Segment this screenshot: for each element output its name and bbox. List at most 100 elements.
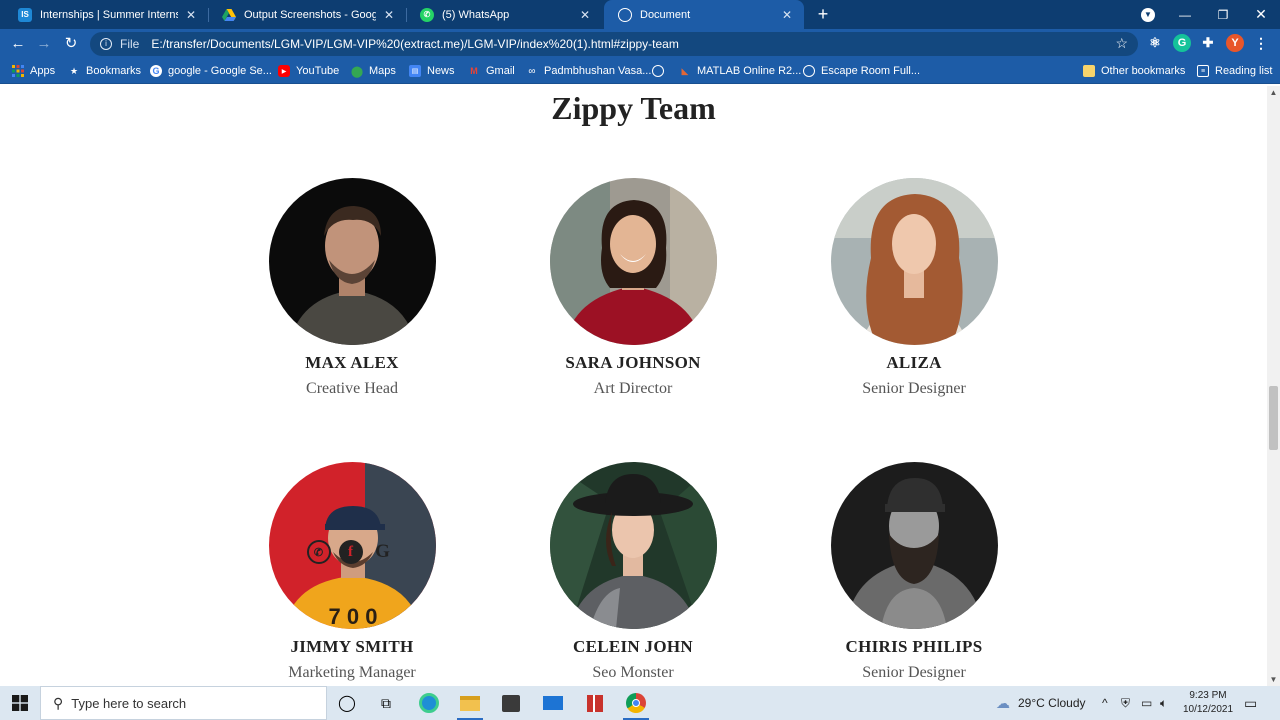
react-devtools-icon[interactable]: ⚛ bbox=[1146, 34, 1164, 52]
bookmark-label: News bbox=[427, 65, 455, 77]
reading-list-icon: ≡ bbox=[1197, 65, 1209, 77]
profile-avatar[interactable]: Y bbox=[1226, 34, 1244, 52]
bookmark-news[interactable]: ▤ News bbox=[409, 58, 455, 84]
minimize-button[interactable]: — bbox=[1166, 0, 1204, 29]
cloud-icon: ☁ bbox=[996, 694, 1010, 711]
bookmark-label: Maps bbox=[369, 65, 396, 77]
gift-icon[interactable] bbox=[582, 690, 608, 716]
close-icon[interactable]: ✕ bbox=[184, 8, 198, 22]
google-icon: G bbox=[150, 65, 162, 77]
news-icon: ▤ bbox=[409, 65, 421, 77]
tab-internships[interactable]: IS Internships | Summer Internship ✕ bbox=[4, 0, 208, 29]
close-icon[interactable]: ✕ bbox=[780, 8, 794, 22]
info-icon[interactable]: i bbox=[100, 38, 112, 50]
tab-output-screenshots[interactable]: Output Screenshots - Google Dri ✕ bbox=[208, 0, 406, 29]
bookmark-star-icon[interactable]: ☆ bbox=[1115, 35, 1128, 52]
tab-whatsapp[interactable]: ✆ (5) WhatsApp ✕ bbox=[406, 0, 602, 29]
bookmark-label: Padmbhushan Vasa... bbox=[544, 65, 652, 77]
restore-button[interactable]: ❐ bbox=[1204, 0, 1242, 29]
bookmark-matlab[interactable]: ◣ MATLAB Online R2... bbox=[679, 58, 802, 84]
avatar bbox=[830, 462, 998, 629]
folder-icon bbox=[1083, 65, 1095, 77]
avatar bbox=[830, 178, 998, 345]
bookmark-label: Other bookmarks bbox=[1101, 65, 1186, 77]
scroll-up-arrow-icon[interactable]: ▲ bbox=[1267, 86, 1280, 99]
internshala-favicon-icon: IS bbox=[18, 7, 32, 22]
search-icon: ⚲ bbox=[53, 694, 64, 711]
tab-search-button[interactable]: ▼ bbox=[1129, 0, 1167, 29]
avatar bbox=[549, 462, 717, 629]
extensions-puzzle-icon[interactable]: ✚ bbox=[1199, 34, 1217, 52]
search-placeholder: Type here to search bbox=[71, 695, 187, 711]
tab-title: Internships | Summer Internship bbox=[40, 8, 178, 21]
store-icon[interactable] bbox=[498, 690, 524, 716]
volume-icon[interactable]: 🔈︎ bbox=[1160, 686, 1167, 720]
bookmark-gmail[interactable]: M Gmail bbox=[468, 58, 515, 84]
address-bar[interactable]: i File E:/transfer/Documents/LGM-VIP/LGM… bbox=[90, 32, 1138, 56]
reading-list[interactable]: ≡ Reading list bbox=[1197, 58, 1272, 84]
globe-icon bbox=[803, 65, 815, 77]
facebook-icon[interactable]: f bbox=[338, 540, 363, 564]
grammarly-icon[interactable]: G bbox=[1173, 34, 1191, 52]
team-card: CHIRIS PHILIPS Senior Designer bbox=[794, 462, 1034, 682]
bookmark-label: Apps bbox=[30, 65, 56, 77]
antivirus-icon[interactable]: ⛨ bbox=[1121, 686, 1130, 720]
menu-kebab-icon[interactable]: ⋮ bbox=[1252, 34, 1270, 52]
scroll-down-arrow-icon[interactable]: ▼ bbox=[1267, 673, 1280, 686]
system-clock[interactable]: 9:23 PM 10/12/2021 bbox=[1178, 689, 1238, 717]
bookmark-globe[interactable] bbox=[652, 58, 670, 84]
start-button[interactable] bbox=[0, 686, 40, 720]
cortana-icon[interactable]: ◯ bbox=[334, 690, 360, 716]
close-icon[interactable]: ✕ bbox=[578, 8, 592, 22]
notifications-icon[interactable]: ▭ bbox=[1244, 686, 1257, 720]
url-text[interactable]: E:/transfer/Documents/LGM-VIP/LGM-VIP%20… bbox=[151, 37, 679, 51]
bookmarks-bar: Apps ★ Bookmarks G google - Google Se...… bbox=[0, 58, 1280, 84]
weather-text: 29°C Cloudy bbox=[1018, 696, 1086, 710]
page-viewport: Zippy Team MAX ALEX Creative Head SARA J… bbox=[0, 86, 1267, 686]
whatsapp-icon[interactable]: ✆ bbox=[306, 540, 331, 564]
edge-icon[interactable] bbox=[416, 690, 442, 716]
taskbar-search-box[interactable]: ⚲ Type here to search bbox=[40, 686, 327, 720]
member-role: Senior Designer bbox=[862, 664, 966, 681]
team-card: 7 0 0 ✆ f G JIMMY SMITH Marketing Manage… bbox=[232, 462, 472, 682]
bookmark-youtube[interactable]: ▶ YouTube bbox=[278, 58, 339, 84]
matlab-icon: ◣ bbox=[681, 65, 689, 76]
bookmark-apps[interactable]: Apps bbox=[12, 58, 55, 84]
close-icon[interactable]: ✕ bbox=[382, 8, 396, 22]
task-view-icon[interactable]: ⧉ bbox=[373, 690, 399, 716]
bookmark-label: YouTube bbox=[296, 65, 340, 77]
other-bookmarks[interactable]: Other bookmarks bbox=[1083, 58, 1185, 84]
bookmark-label: Bookmarks bbox=[86, 65, 142, 77]
vertical-scrollbar[interactable]: ▲ ▼ bbox=[1267, 86, 1280, 686]
file-explorer-icon[interactable] bbox=[457, 690, 483, 720]
member-name: JIMMY SMITH bbox=[290, 637, 414, 656]
new-tab-button[interactable]: + bbox=[812, 3, 834, 25]
bookmark-label: Reading list bbox=[1215, 65, 1273, 77]
chrome-icon[interactable] bbox=[623, 690, 649, 720]
chevron-down-icon: ▼ bbox=[1141, 7, 1155, 22]
google-icon[interactable]: G bbox=[371, 540, 395, 564]
bookmark-label: Escape Room Full... bbox=[821, 65, 921, 77]
bookmark-maps[interactable]: ⬤ Maps bbox=[351, 58, 396, 84]
reload-button[interactable]: ↻ bbox=[59, 32, 83, 56]
windows-taskbar: ⚲ Type here to search ◯ ⧉ ☁ 29°C Cloudy … bbox=[0, 686, 1280, 720]
bookmark-google[interactable]: G google - Google Se... bbox=[150, 58, 272, 84]
bookmark-label: MATLAB Online R2... bbox=[697, 65, 802, 77]
tab-strip: IS Internships | Summer Internship ✕ Out… bbox=[0, 0, 1280, 29]
tab-title: Document bbox=[640, 8, 691, 21]
close-window-button[interactable]: ✕ bbox=[1242, 0, 1280, 29]
back-button[interactable]: ← bbox=[6, 32, 30, 56]
mail-icon[interactable] bbox=[540, 690, 566, 716]
scrollbar-thumb[interactable] bbox=[1269, 386, 1278, 450]
bookmark-escape-room[interactable]: Escape Room Full... bbox=[803, 58, 920, 84]
battery-icon[interactable]: ▭ bbox=[1141, 686, 1152, 720]
bookmark-label: Gmail bbox=[486, 65, 515, 77]
forward-button[interactable]: → bbox=[32, 32, 56, 56]
avatar bbox=[268, 178, 436, 345]
tab-document[interactable]: Document ✕ bbox=[604, 0, 804, 29]
bookmark-padmbhushan[interactable]: ∞ Padmbhushan Vasa... bbox=[526, 58, 651, 84]
show-hidden-icons-button[interactable]: ^ bbox=[1102, 686, 1108, 720]
member-role: Creative Head bbox=[306, 380, 398, 397]
weather-widget[interactable]: ☁ 29°C Cloudy bbox=[996, 686, 1086, 720]
bookmark-bookmarks[interactable]: ★ Bookmarks bbox=[68, 58, 141, 84]
